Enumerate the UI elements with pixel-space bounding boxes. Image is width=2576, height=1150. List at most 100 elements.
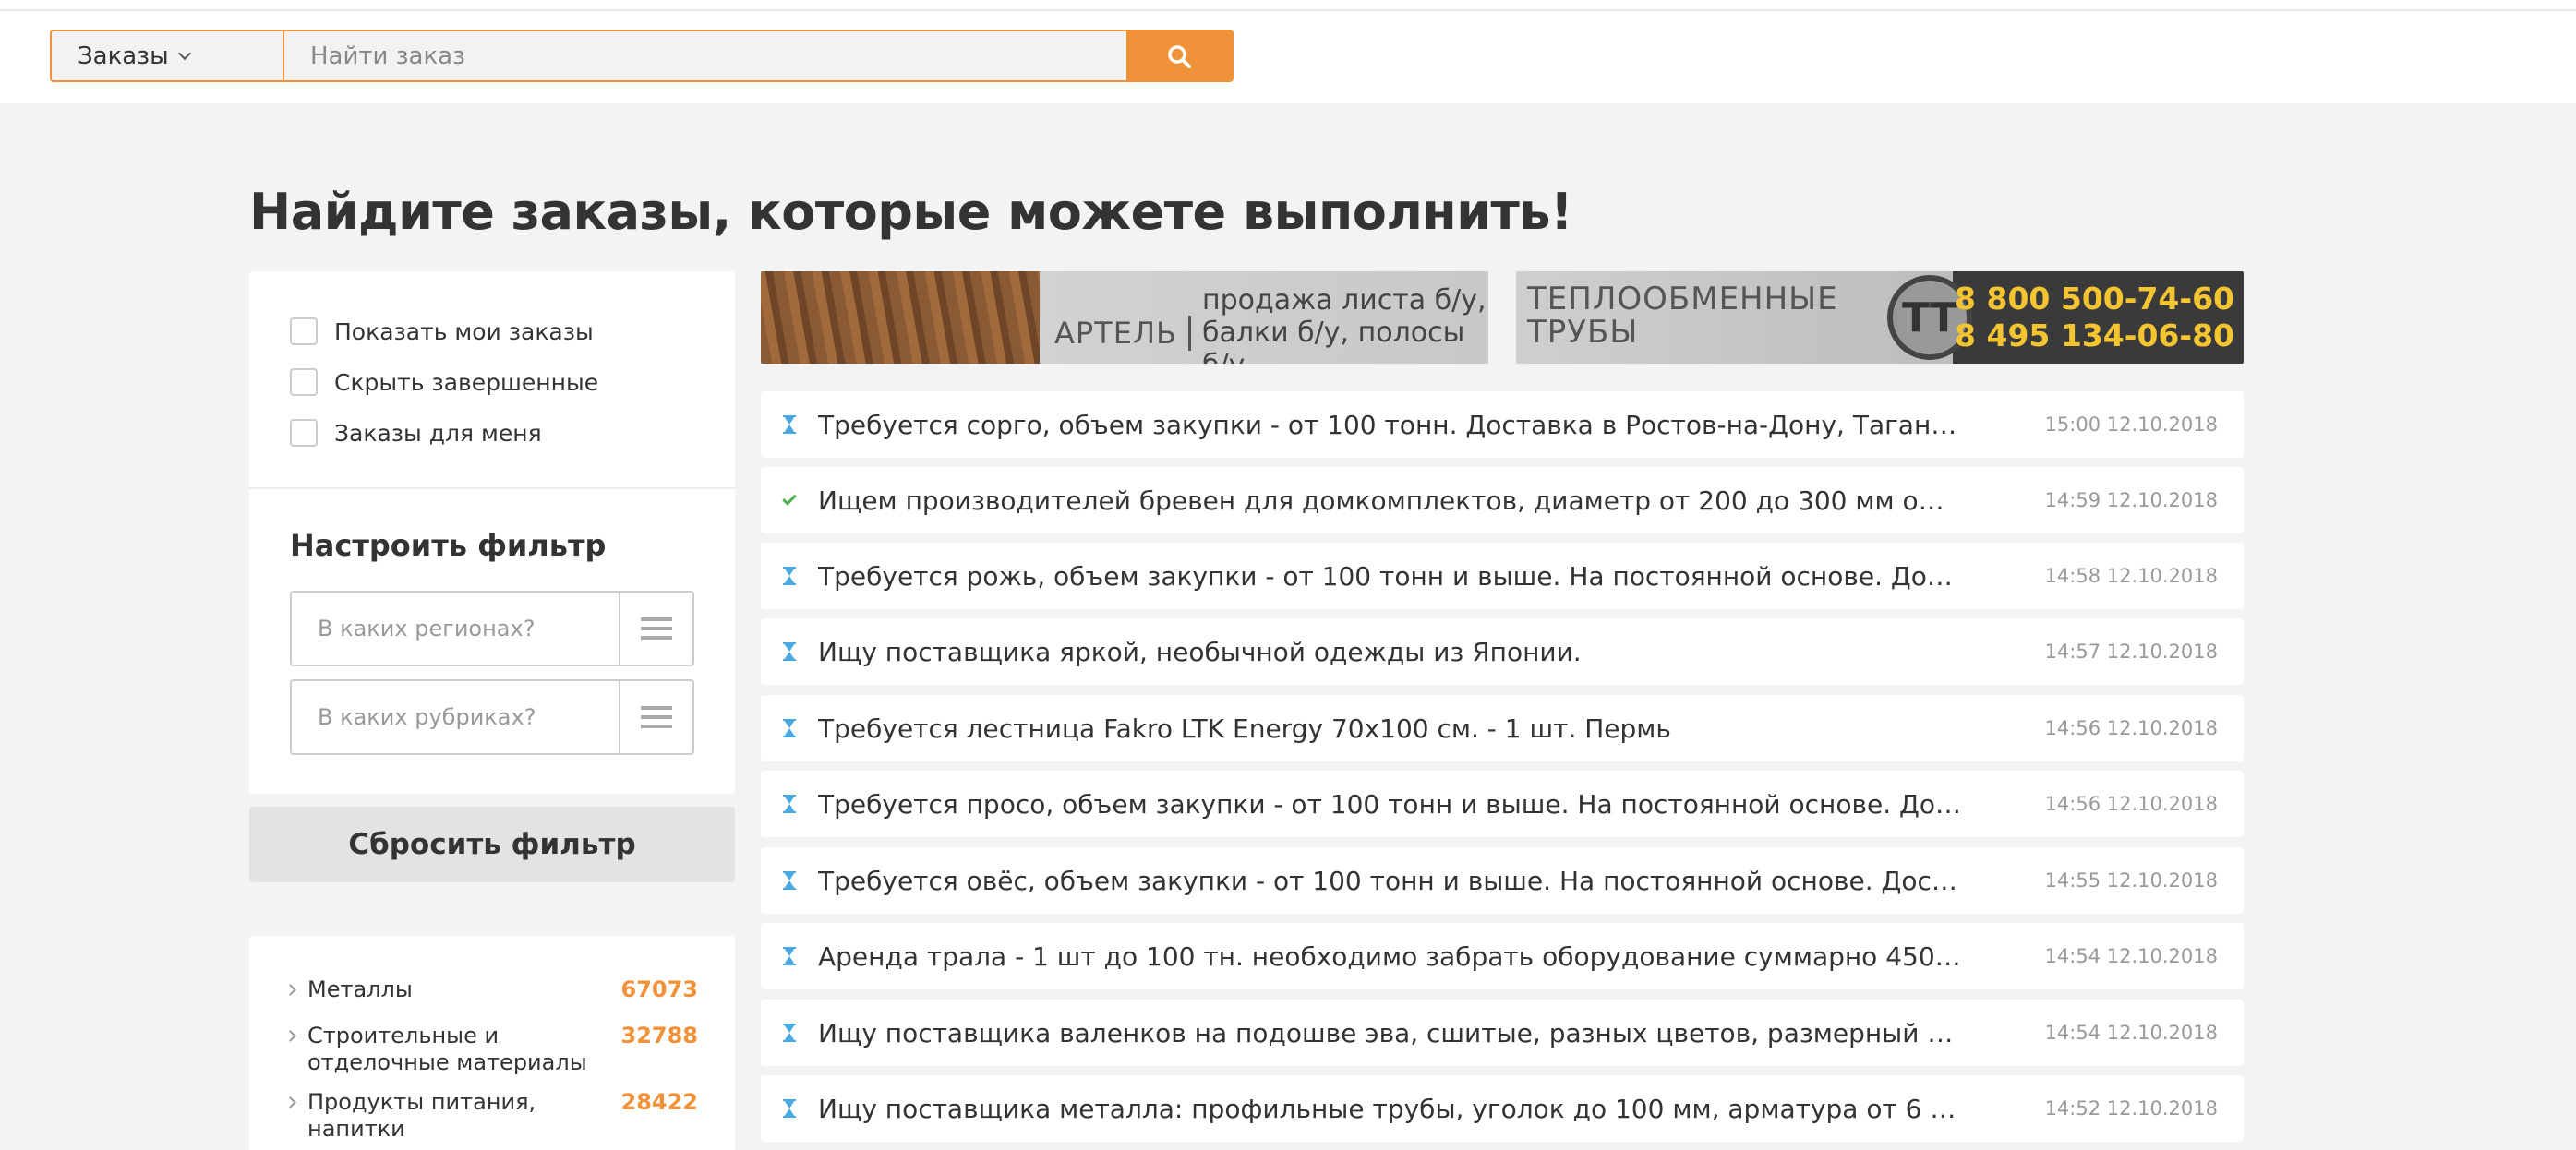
checkbox-orders-for-me[interactable]: Заказы для меня — [290, 419, 542, 447]
order-row[interactable]: Требуется рожь, объем закупки - от 100 т… — [761, 543, 2244, 609]
order-time: 14:55 12.10.2018 — [2044, 869, 2218, 892]
header-divider — [0, 9, 2576, 11]
order-title[interactable]: Требуется сорго, объем закупки - от 100 … — [818, 410, 2045, 440]
checkbox-hide-completed[interactable]: Скрыть завершенные — [290, 368, 598, 396]
rubric-filter-field[interactable]: В каких рубриках? — [290, 679, 694, 755]
chevron-right-icon — [284, 1096, 296, 1108]
order-status — [761, 871, 818, 890]
order-status — [761, 1024, 818, 1042]
order-time: 14:52 12.10.2018 — [2044, 1097, 2218, 1120]
banner-line: балки б/у, полосы б/у — [1201, 317, 1465, 364]
rubric-filter-placeholder: В каких рубриках? — [318, 704, 536, 730]
search-type-select[interactable]: Заказы — [52, 31, 284, 80]
category-item[interactable]: Продукты питания, напитки 28422 — [284, 1089, 699, 1143]
banner-brand: АРТЕЛЬ — [1054, 315, 1191, 351]
ad-banner-artel[interactable]: АРТЕЛЬ продажа листа б/у, балки б/у, поло… — [761, 271, 1488, 364]
order-row[interactable]: Требуется сорго, объем закупки - от 100 … — [761, 391, 2244, 458]
order-title[interactable]: Требуется овёс, объем закупки - от 100 т… — [818, 866, 2045, 896]
order-status — [761, 642, 818, 661]
hourglass-icon — [783, 795, 796, 813]
order-time: 14:54 12.10.2018 — [2044, 1022, 2218, 1044]
order-time: 14:58 12.10.2018 — [2044, 565, 2218, 587]
category-count: 28422 — [620, 1089, 699, 1115]
checkbox-box[interactable] — [290, 317, 318, 345]
checkbox-show-my-orders[interactable]: Показать мои заказы — [290, 317, 594, 345]
checkbox-label: Заказы для меня — [334, 419, 542, 447]
order-title[interactable]: Ищу поставщика валенков на подошве эва, … — [818, 1018, 2045, 1048]
category-count: 32788 — [620, 1023, 699, 1048]
order-row[interactable]: Требуется овёс, объем закупки - от 100 т… — [761, 847, 2244, 914]
order-row[interactable]: Требуется просо, объем закупки - от 100 … — [761, 771, 2244, 837]
hourglass-icon — [783, 947, 796, 965]
hourglass-icon — [783, 719, 796, 737]
panel-divider — [249, 487, 735, 489]
order-status — [761, 491, 818, 506]
order-status — [761, 567, 818, 585]
order-time: 14:56 12.10.2018 — [2044, 717, 2218, 739]
banner-line: продажа листа б/у, — [1201, 284, 1487, 317]
order-row[interactable]: Ищу поставщика металла: профильные трубы… — [761, 1075, 2244, 1142]
order-time: 15:00 12.10.2018 — [2044, 413, 2218, 436]
banner-phone: 8 800 500-74-60 — [1955, 281, 2234, 317]
search-input[interactable] — [284, 31, 1126, 80]
hourglass-icon — [783, 1099, 796, 1118]
chevron-right-icon — [284, 984, 296, 996]
search-button[interactable] — [1126, 31, 1232, 80]
hourglass-icon — [783, 871, 796, 890]
order-time: 14:56 12.10.2018 — [2044, 793, 2218, 815]
order-status — [761, 1099, 818, 1118]
order-time: 14:54 12.10.2018 — [2044, 945, 2218, 967]
hourglass-icon — [783, 415, 796, 434]
checkbox-box[interactable] — [290, 368, 318, 396]
region-filter-field[interactable]: В каких регионах? — [290, 591, 694, 666]
banner-phone: 8 495 134-06-80 — [1955, 317, 2234, 353]
order-title[interactable]: Ищем производителей бревен для домкомпле… — [818, 485, 2045, 516]
order-row[interactable]: Ищем производителей бревен для домкомпле… — [761, 467, 2244, 533]
category-name: Металлы — [307, 976, 413, 1002]
list-menu-icon[interactable] — [619, 681, 692, 753]
order-title[interactable]: Аренда трала - 1 шт до 100 тн. необходим… — [818, 941, 2045, 972]
category-item[interactable]: Металлы 67073 — [284, 976, 699, 1003]
region-filter-placeholder: В каких регионах? — [318, 616, 536, 641]
checkbox-label: Показать мои заказы — [334, 317, 594, 345]
order-title[interactable]: Требуется рожь, объем закупки - от 100 т… — [818, 561, 2045, 592]
search-icon — [1168, 44, 1191, 68]
filter-title: Настроить фильтр — [290, 528, 607, 563]
order-row[interactable]: Ищу поставщика валенков на подошве эва, … — [761, 1000, 2244, 1066]
order-row[interactable]: Требуется лестница Fakro LTK Energy 70х1… — [761, 695, 2244, 761]
search-type-label: Заказы — [78, 42, 169, 70]
order-row[interactable]: Ищу поставщика яркой, необычной одежды и… — [761, 618, 2244, 685]
category-count: 67073 — [620, 976, 699, 1002]
order-title[interactable]: Требуется лестница Fakro LTK Energy 70х1… — [818, 713, 2045, 744]
ad-banner-pipes[interactable]: ТЕПЛООБМЕННЫЕ ТРУБЫ ТТ 8 800 500-74-60 8 4… — [1516, 271, 2244, 364]
category-name: Продукты питания, — [307, 1089, 536, 1115]
hourglass-icon — [783, 567, 796, 585]
order-status — [761, 947, 818, 965]
reset-filter-button[interactable]: Сбросить фильтр — [249, 807, 735, 882]
category-name-line2: отделочные материалы — [307, 1049, 587, 1075]
order-status — [761, 719, 818, 737]
category-item[interactable]: Строительные и отделочные материалы 32788 — [284, 1023, 699, 1076]
chevron-down-icon — [177, 46, 191, 60]
banner-line: ТРУБЫ — [1527, 314, 1639, 351]
order-title[interactable]: Ищу поставщика яркой, необычной одежды и… — [818, 637, 2045, 667]
checkbox-box[interactable] — [290, 419, 318, 447]
order-row[interactable]: Аренда трала - 1 шт до 100 тн. необходим… — [761, 923, 2244, 989]
filter-panel: Показать мои заказы Скрыть завершенные З… — [249, 271, 735, 794]
check-icon — [782, 491, 797, 506]
order-time: 14:57 12.10.2018 — [2044, 641, 2218, 663]
page-title: Найдите заказы, которые можете выполнить… — [249, 183, 1573, 241]
hourglass-icon — [783, 642, 796, 661]
banner-line: ТЕПЛООБМЕННЫЕ — [1527, 281, 1838, 317]
category-name: Строительные и — [307, 1023, 500, 1048]
order-time: 14:59 12.10.2018 — [2044, 489, 2218, 511]
categories-panel: Металлы 67073 Строительные и отделочные м… — [249, 936, 735, 1150]
category-name-line2: напитки — [307, 1116, 405, 1142]
chevron-right-icon — [284, 1030, 296, 1042]
order-title[interactable]: Ищу поставщика металла: профильные трубы… — [818, 1094, 2045, 1124]
checkbox-label: Скрыть завершенные — [334, 368, 599, 396]
search-bar: Заказы — [50, 30, 1234, 82]
list-menu-icon[interactable] — [619, 593, 692, 665]
order-title[interactable]: Требуется просо, объем закупки - от 100 … — [818, 789, 2045, 820]
hourglass-icon — [783, 1024, 796, 1042]
